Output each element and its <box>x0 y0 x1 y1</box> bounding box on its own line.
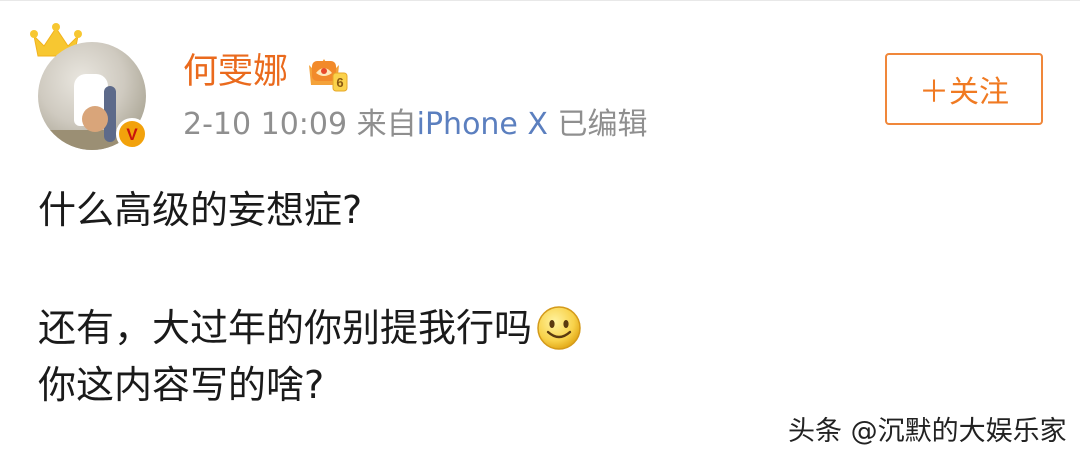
follow-button[interactable]: ＋关注 <box>885 53 1043 125</box>
avatar-figure-head <box>82 106 108 132</box>
post-timestamp: 2-10 10:09 <box>183 107 348 142</box>
vip-crown-badge-icon[interactable]: 6 <box>306 53 348 93</box>
watermark: 头条 @沉默的大娱乐家 <box>788 416 1067 447</box>
verified-badge-label: V <box>126 124 138 144</box>
verified-badge-icon: V <box>116 118 148 150</box>
smiley-icon <box>537 305 581 350</box>
post-text-line-2-text: 还有，大过年的你别提我行吗 <box>38 306 533 350</box>
vip-level-text: 6 <box>336 75 343 90</box>
post-device-link[interactable]: iPhone X <box>417 107 548 142</box>
username[interactable]: 何雯娜 <box>183 50 288 94</box>
post-source-prefix: 来自 <box>356 107 417 142</box>
post-meta: 2-10 10:09 来自iPhone X 已编辑 <box>183 105 648 145</box>
avatar-container[interactable]: V <box>30 22 155 152</box>
top-divider <box>0 0 1080 1</box>
post-edited-label[interactable]: 已编辑 <box>558 107 648 142</box>
post-text-line-3: 你这内容写的啥? <box>38 363 325 407</box>
post-text-line-1: 什么高级的妄想症? <box>38 188 363 232</box>
post-text-line-2: 还有，大过年的你别提我行吗 <box>38 303 582 353</box>
